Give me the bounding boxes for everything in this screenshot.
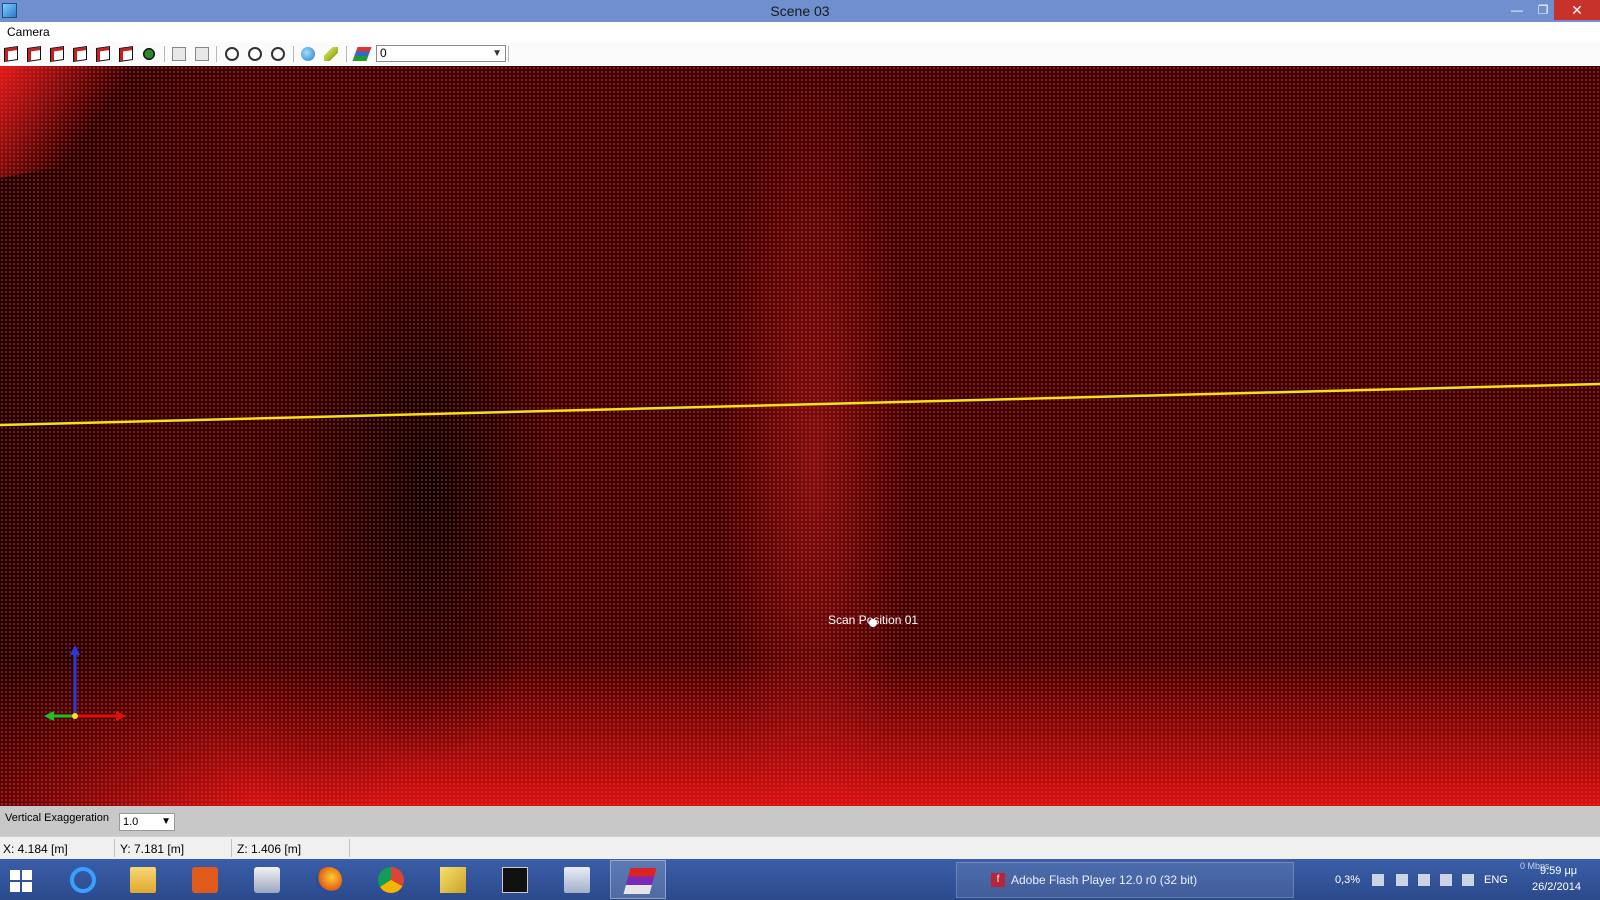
status-separator (231, 839, 232, 857)
flash-player-label: Adobe Flash Player 12.0 r0 (32 bit) (1011, 873, 1198, 887)
vertical-exaggeration-label: Vertical Exaggeration (5, 812, 109, 824)
flash-player-icon: f (991, 873, 1005, 887)
restore-button[interactable]: ❐ (1530, 0, 1556, 20)
taskbar-internet-explorer[interactable] (54, 860, 110, 899)
taskbar-system-tool[interactable] (548, 860, 604, 899)
reset-view-icon[interactable] (142, 47, 156, 61)
vertical-exaggeration-value: 1.0 (123, 816, 139, 828)
toolbar-separator (293, 46, 294, 62)
view-front-icon[interactable] (4, 46, 18, 62)
clock-date[interactable]: 26/2/2014 (1532, 881, 1581, 893)
scan-app-icon (623, 868, 657, 894)
taskbar-command-prompt[interactable] (486, 860, 542, 899)
status-separator (114, 839, 115, 857)
clock-time[interactable]: 9:59 μμ (1540, 865, 1577, 877)
chevron-down-icon: ▼ (492, 48, 502, 59)
command-prompt-icon (502, 867, 528, 893)
toolbar-separator (216, 46, 217, 62)
status-z-coordinate: Z: 1.406 [m] (237, 842, 302, 856)
toolbar-separator (164, 46, 165, 62)
system-tool-icon (564, 867, 590, 893)
zoom-out-icon[interactable] (225, 47, 239, 61)
chevron-down-icon: ▼ (161, 816, 171, 827)
taskbar-scan-app[interactable] (610, 860, 666, 899)
taskbar-file-explorer[interactable] (114, 860, 170, 899)
toolbar: 0 ▼ (0, 42, 1600, 67)
perspective-icon[interactable] (172, 47, 186, 61)
view-top-icon[interactable] (96, 46, 110, 62)
view-left-icon[interactable] (50, 46, 64, 62)
firefox-icon (316, 867, 342, 893)
taskbar-office[interactable] (176, 860, 232, 899)
axis-gizmo-icon (44, 645, 126, 721)
status-y-coordinate: Y: 7.181 [m] (120, 842, 185, 856)
taskbar: f Adobe Flash Player 12.0 r0 (32 bit) 0,… (0, 859, 1600, 900)
view-back-icon[interactable] (27, 46, 41, 62)
status-x-coordinate: X: 4.184 [m] (3, 842, 68, 856)
cpu-usage: 0,3% (1335, 874, 1361, 886)
taskbar-flash-player[interactable]: f Adobe Flash Player 12.0 r0 (32 bit) (956, 862, 1294, 898)
orthographic-icon[interactable] (195, 47, 209, 61)
flag-icon[interactable] (1372, 874, 1384, 886)
status-separator (349, 839, 350, 857)
window-title: Scene 03 (770, 3, 830, 19)
view-right-icon[interactable] (73, 46, 87, 62)
office-icon (192, 867, 218, 893)
scan-position-marker[interactable] (869, 619, 877, 627)
battery-icon[interactable] (1418, 874, 1430, 886)
taskbar-chrome[interactable] (362, 860, 418, 899)
close-button[interactable]: ✕ (1554, 0, 1600, 20)
folder-icon (130, 867, 156, 893)
layer-select[interactable]: 0 ▼ (376, 45, 506, 62)
point-cloud-viewport[interactable]: Scan Position 01 (0, 66, 1600, 806)
measure-icon[interactable] (324, 47, 338, 61)
internet-explorer-icon (70, 867, 96, 893)
toolbar-separator (508, 46, 509, 62)
view-bottom-icon[interactable] (119, 46, 133, 62)
vertical-exaggeration-bar: Vertical Exaggeration 1.0 ▼ (0, 806, 1600, 836)
java-icon (254, 867, 280, 893)
system-tray: 0,3% ENG 0 Mbps 9:59 μμ 26/2/2014 (1300, 859, 1600, 900)
signal-icon[interactable] (1440, 874, 1452, 886)
taskbar-firefox[interactable] (300, 860, 356, 899)
taskbar-app-folder[interactable] (424, 860, 480, 899)
title-bar: Scene 03 — ❐ ✕ (0, 0, 1600, 22)
windows-logo-icon (10, 870, 32, 892)
app-folder-icon (440, 867, 466, 893)
scan-line (0, 382, 1600, 427)
layer-select-value: 0 (380, 46, 387, 60)
zoom-in-icon[interactable] (271, 47, 285, 61)
layers-icon[interactable] (352, 47, 372, 61)
vertical-exaggeration-select[interactable]: 1.0 ▼ (119, 813, 175, 831)
language-indicator[interactable]: ENG (1484, 874, 1508, 886)
menu-camera[interactable]: Camera (7, 25, 50, 39)
start-button[interactable] (0, 860, 50, 899)
chrome-icon (378, 867, 404, 893)
status-bar: X: 4.184 [m] Y: 7.181 [m] Z: 1.406 [m] (0, 836, 1600, 860)
menu-bar: Camera (0, 22, 1600, 42)
toolbar-separator (346, 46, 347, 62)
zoom-fit-icon[interactable] (248, 47, 262, 61)
volume-icon[interactable] (1462, 874, 1474, 886)
globe-icon[interactable] (301, 47, 315, 61)
network-share-icon[interactable] (1396, 874, 1408, 886)
taskbar-java[interactable] (238, 860, 294, 899)
minimize-button[interactable]: — (1504, 0, 1530, 20)
